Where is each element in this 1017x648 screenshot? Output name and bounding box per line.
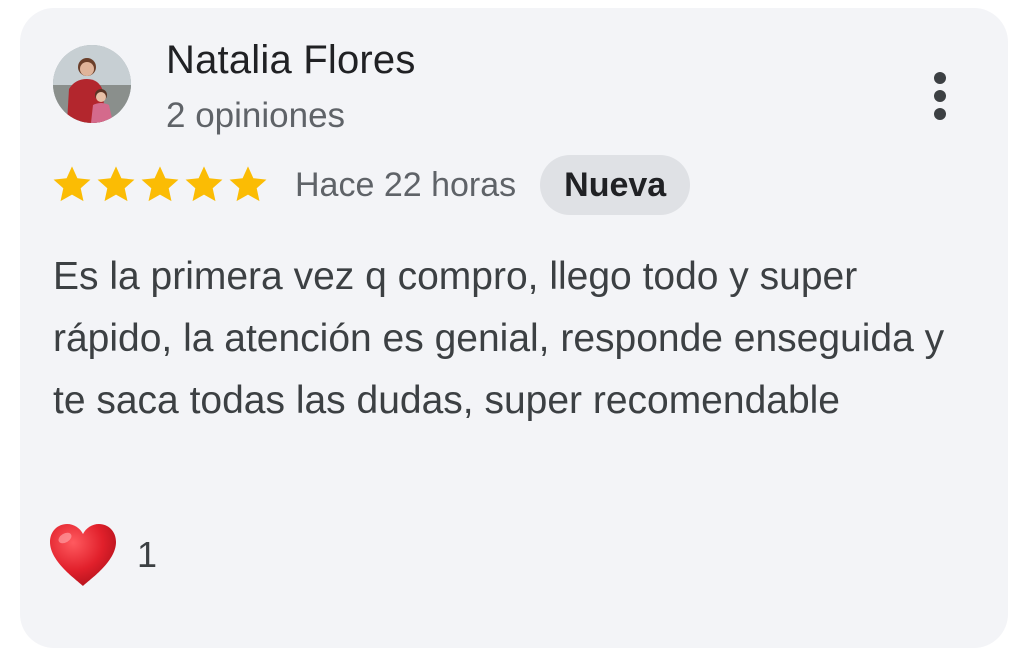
review-card: Natalia Flores 2 opiniones Hace 22 horas… (20, 8, 1008, 648)
review-count: 2 opiniones (166, 96, 346, 135)
star-icon (95, 165, 137, 205)
star-icon (183, 165, 225, 205)
more-vert-icon-dot (934, 72, 946, 84)
reviewer-name[interactable]: Natalia Flores (166, 38, 416, 83)
star-icon (139, 165, 181, 205)
reaction-button[interactable]: 1 (47, 522, 157, 588)
more-vert-icon-dot (934, 90, 946, 102)
new-badge: Nueva (540, 155, 691, 215)
more-options-button[interactable] (920, 66, 960, 126)
rating-row: Hace 22 horas Nueva (51, 154, 691, 216)
star-icon (51, 165, 93, 205)
star-rating (51, 165, 269, 205)
review-time: Hace 22 horas (295, 165, 517, 204)
review-text: Es la primera vez q compro, llego todo y… (53, 255, 945, 422)
heart-icon (47, 522, 119, 588)
avatar[interactable] (53, 45, 131, 123)
more-vert-icon-dot (934, 108, 946, 120)
reaction-count: 1 (137, 534, 158, 575)
star-icon (227, 165, 269, 205)
